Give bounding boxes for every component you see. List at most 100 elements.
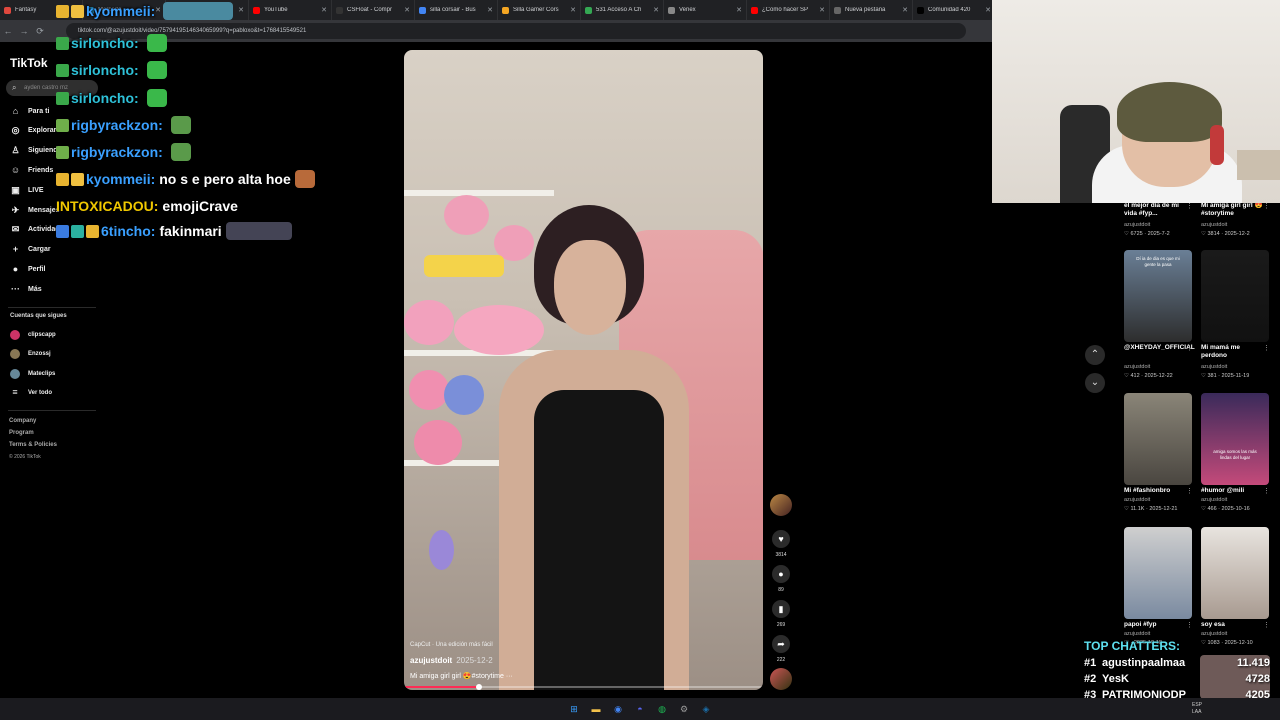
- chat-username[interactable]: kyommeii:: [86, 3, 155, 19]
- close-tab-icon[interactable]: ✕: [902, 6, 908, 14]
- video-title[interactable]: Mi amiga girl girl 😍#storytime: [1201, 202, 1265, 218]
- close-tab-icon[interactable]: ✕: [487, 6, 493, 14]
- sidebar-item[interactable]: ✈ Mensajes: [10, 203, 60, 217]
- video-title[interactable]: @XHEYDAY_OFFICIAL: [1124, 344, 1195, 352]
- progress-knob[interactable]: [476, 684, 483, 690]
- video-thumbnail[interactable]: Dí ia de dia es que mi gente la pasa: [1124, 250, 1192, 342]
- close-tab-icon[interactable]: ✕: [570, 6, 576, 14]
- file-explorer-icon[interactable]: ▬: [589, 702, 603, 716]
- sidebar-item[interactable]: ··· Más: [10, 282, 42, 296]
- spotify-icon[interactable]: ◍: [655, 702, 669, 716]
- tray-language[interactable]: ESP LAA: [1192, 702, 1212, 716]
- steam-icon[interactable]: ◈: [699, 702, 713, 716]
- more-options-icon[interactable]: ⋮: [1186, 202, 1193, 210]
- close-tab-icon[interactable]: ✕: [985, 6, 991, 14]
- chat-username[interactable]: 6tincho:: [101, 223, 155, 239]
- video-title[interactable]: #humor @mili: [1201, 487, 1265, 495]
- video-title[interactable]: el mejor día de mi vida #fyp...: [1124, 202, 1188, 218]
- browser-tab[interactable]: Silla Gamer Cors ✕: [498, 0, 581, 20]
- video-player[interactable]: CapCut · Una edición más fácil azujustdo…: [404, 50, 763, 690]
- back-icon[interactable]: ←: [0, 26, 16, 36]
- chat-username[interactable]: sirloncho:: [71, 90, 139, 106]
- browser-tab[interactable]: Comunidad 420 ✕: [913, 0, 996, 20]
- following-item[interactable]: clipscapp: [10, 328, 56, 342]
- video-author: azujustdoit: [1201, 364, 1228, 370]
- footer-link[interactable]: Terms & Policies: [9, 442, 57, 448]
- more-options-icon[interactable]: ⋮: [1263, 202, 1270, 210]
- more-options-icon[interactable]: ⋮: [1186, 487, 1193, 495]
- sidebar-item[interactable]: ✉ Actividad: [10, 223, 60, 237]
- more-options-icon[interactable]: ⋮: [1186, 621, 1193, 629]
- video-title[interactable]: Mi mamá me perdono: [1201, 344, 1265, 360]
- sidebar-item[interactable]: ⌂ Para ti: [10, 104, 50, 118]
- more-options-icon[interactable]: ⋮: [1186, 344, 1193, 352]
- following-item[interactable]: Mateclips: [10, 367, 55, 381]
- forward-icon[interactable]: →: [16, 26, 32, 36]
- footer-link[interactable]: Company: [9, 418, 36, 424]
- video-thumbnail[interactable]: [1201, 250, 1269, 342]
- chat-username[interactable]: sirloncho:: [71, 35, 139, 51]
- video-title[interactable]: Mi #fashionbro: [1124, 487, 1188, 495]
- video-author[interactable]: azujustdoit 2025-12-2: [410, 656, 493, 665]
- more-options-icon[interactable]: ⋮: [1263, 621, 1270, 629]
- video-thumbnail[interactable]: [1124, 393, 1192, 485]
- following-item[interactable]: Enzossj: [10, 347, 51, 361]
- sidebar-item[interactable]: ♙ Siguiendo: [10, 144, 61, 158]
- close-tab-icon[interactable]: ✕: [653, 6, 659, 14]
- share-button[interactable]: ➦: [772, 635, 790, 653]
- browser-tab[interactable]: 531 Acceso A Ch ✕: [581, 0, 664, 20]
- sidebar-item[interactable]: ☺ Friends: [10, 163, 53, 177]
- video-date: 2025-11-19: [1221, 373, 1250, 379]
- close-tab-icon[interactable]: ✕: [736, 6, 742, 14]
- more-options-icon[interactable]: ⋮: [1263, 344, 1270, 352]
- video-thumbnail[interactable]: [1201, 527, 1269, 619]
- video-thumbnail[interactable]: [1124, 527, 1192, 619]
- video-progress-bar[interactable]: [404, 684, 763, 690]
- chat-username[interactable]: INTOXICADOU:: [56, 198, 158, 214]
- chat-username[interactable]: kyommeii:: [86, 171, 155, 187]
- sidebar-item[interactable]: ◎ Explorar: [10, 124, 57, 138]
- browser-tab[interactable]: ¿Como hacer SP ✕: [747, 0, 830, 20]
- author-name[interactable]: azujustdoit: [410, 656, 452, 665]
- video-title[interactable]: papoi #fyp: [1124, 621, 1188, 629]
- chat-username[interactable]: rigbyrackzon:: [71, 144, 163, 160]
- windows-start-icon[interactable]: ⊞: [567, 702, 581, 716]
- tiktok-logo[interactable]: TikTok: [10, 56, 48, 70]
- video-description[interactable]: Mi amiga girl girl 😍#storytime ···: [410, 672, 513, 680]
- chrome-icon[interactable]: ◉: [611, 702, 625, 716]
- more-options-icon[interactable]: ⋮: [1263, 487, 1270, 495]
- footer-link[interactable]: Program: [9, 430, 34, 436]
- capcut-label[interactable]: CapCut · Una edición más fácil: [410, 642, 493, 648]
- creator-avatar[interactable]: [770, 494, 792, 516]
- chevron-down-icon[interactable]: ⌄: [1085, 373, 1105, 393]
- browser-tab[interactable]: CSFloat - Compr ✕: [332, 0, 415, 20]
- video-title[interactable]: soy esa: [1201, 621, 1265, 629]
- close-tab-icon[interactable]: ✕: [819, 6, 825, 14]
- browser-tab[interactable]: YouTube ✕: [249, 0, 332, 20]
- sidebar-item[interactable]: ● Perfil: [10, 262, 46, 276]
- following-item[interactable]: ≡ Ver todo: [10, 386, 52, 400]
- discord-icon[interactable]: ◓: [633, 702, 647, 716]
- browser-tab[interactable]: Venex ✕: [664, 0, 747, 20]
- save-button[interactable]: ▮: [772, 600, 790, 618]
- like-button[interactable]: ♥: [772, 530, 790, 548]
- comment-button[interactable]: ●: [772, 565, 790, 583]
- music-disc-avatar[interactable]: [770, 668, 792, 690]
- close-tab-icon[interactable]: ✕: [404, 6, 410, 14]
- nav-6-icon: ✉: [11, 224, 20, 235]
- video-thumbnail[interactable]: amiga somos las más lindas del lugar: [1201, 393, 1269, 485]
- settings-icon[interactable]: ⚙: [677, 702, 691, 716]
- browser-tab[interactable]: Nueva pestaña ✕: [830, 0, 913, 20]
- sidebar-item[interactable]: ▣ LIVE: [10, 183, 43, 197]
- chat-username[interactable]: sirloncho:: [71, 62, 139, 78]
- url-field[interactable]: tiktok.com/@azujustdoit/video/7579419514…: [66, 23, 966, 39]
- reload-icon[interactable]: ⟳: [32, 26, 48, 37]
- sidebar-item[interactable]: + Cargar: [10, 243, 51, 257]
- close-tab-icon[interactable]: ✕: [321, 6, 327, 14]
- tab-favicon-icon: [917, 6, 924, 14]
- close-tab-icon[interactable]: ✕: [238, 6, 244, 14]
- browser-tab[interactable]: silla corsair - Bus ✕: [415, 0, 498, 20]
- chat-username[interactable]: rigbyrackzon:: [71, 117, 163, 133]
- tab-favicon-icon: [4, 6, 11, 14]
- chevron-up-icon[interactable]: ⌃: [1085, 345, 1105, 365]
